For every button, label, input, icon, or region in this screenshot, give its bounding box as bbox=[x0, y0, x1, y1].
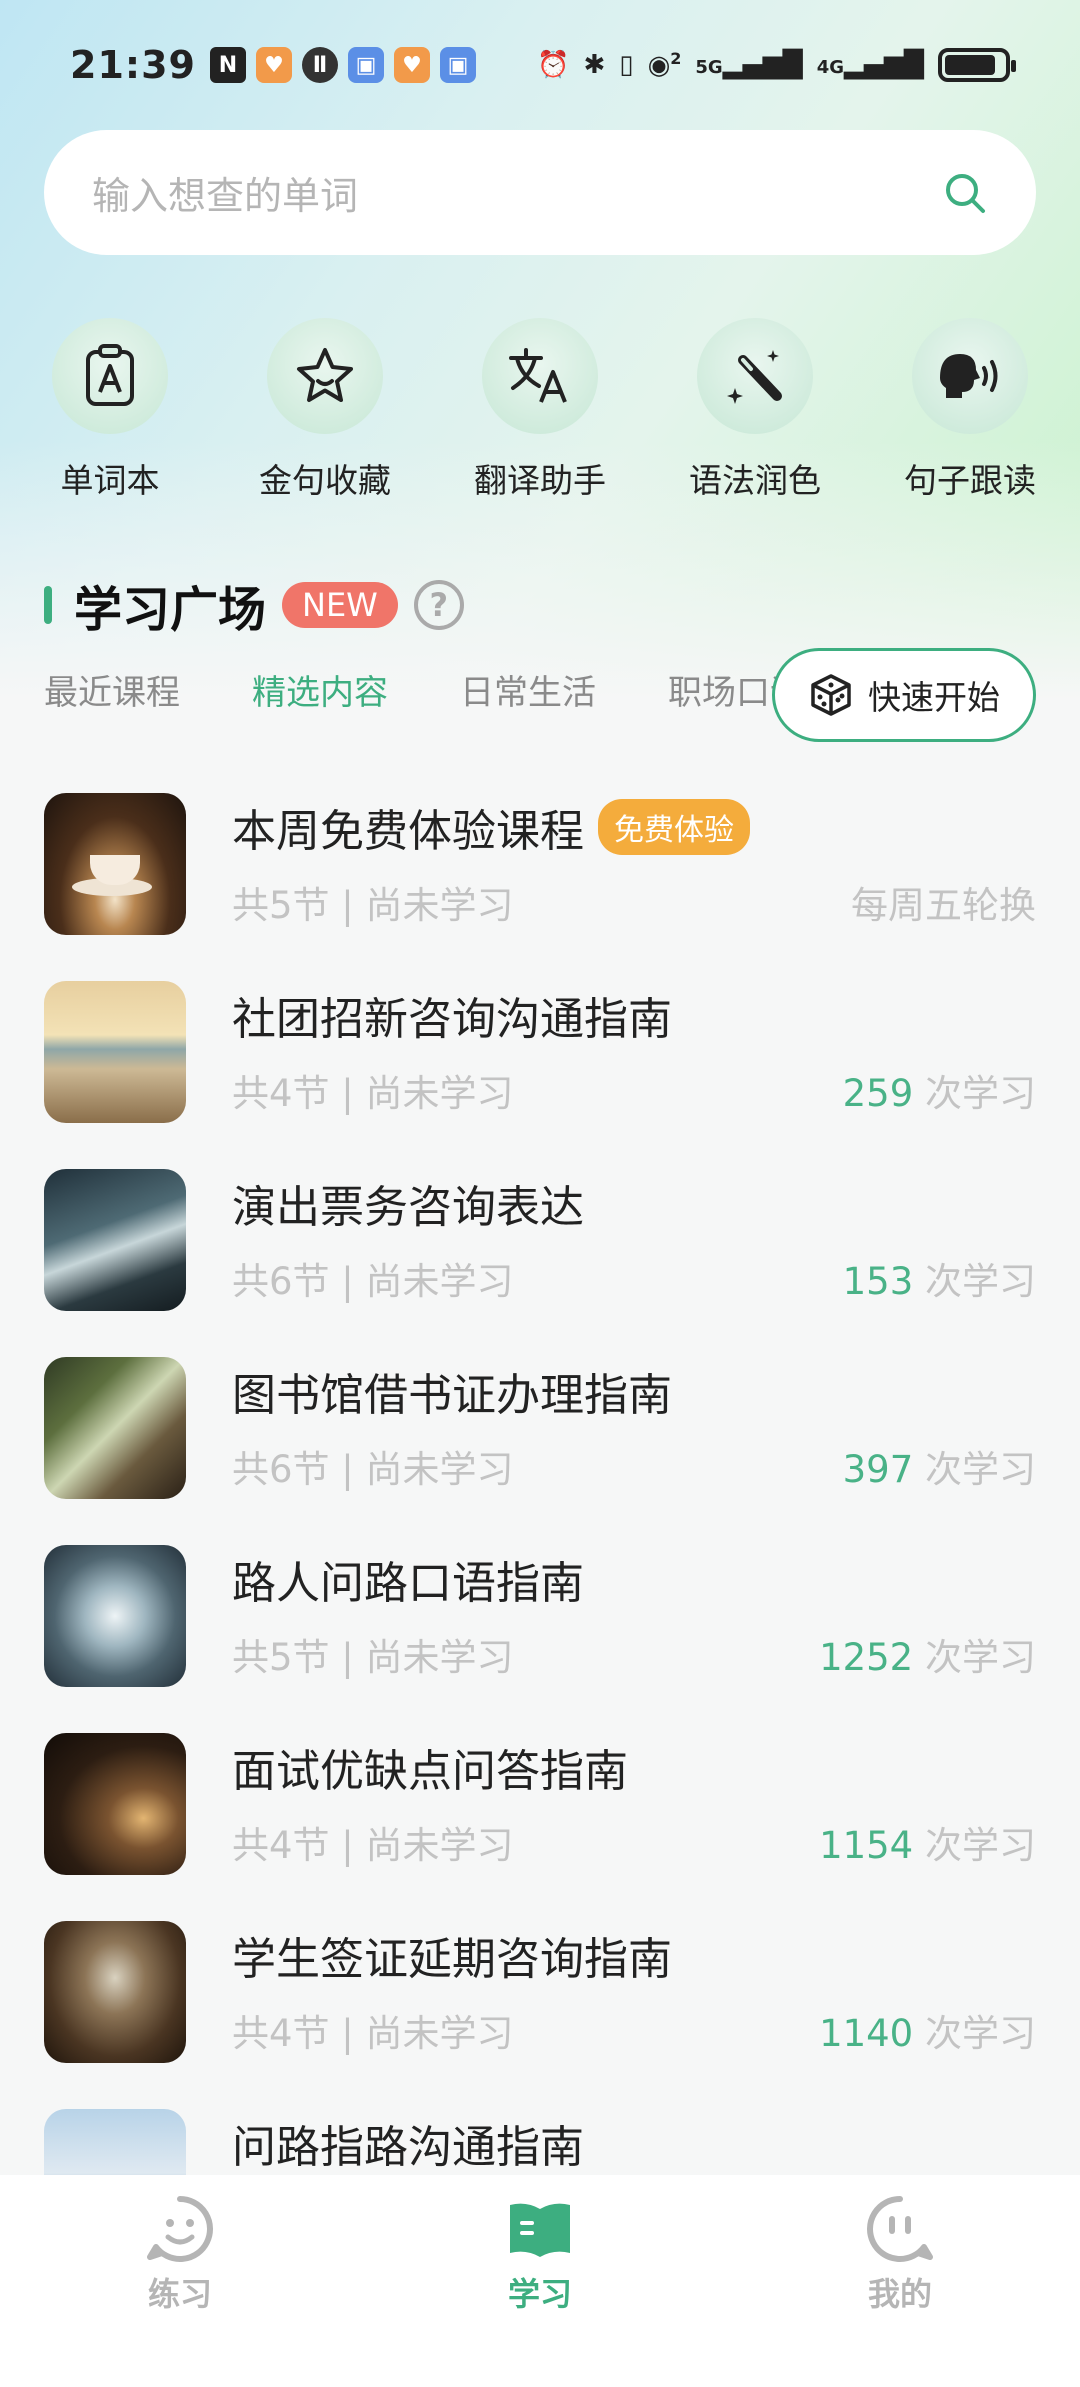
course-item[interactable]: 路人问路口语指南 共5节 | 尚未学习 1252 次学习 bbox=[0, 1522, 1080, 1710]
section-accent-bar bbox=[44, 586, 52, 624]
new-badge: NEW bbox=[282, 582, 398, 628]
course-thumbnail-reading-hall bbox=[44, 1921, 186, 2063]
nav-study[interactable]: 学习 bbox=[440, 2195, 640, 2387]
nav-practice[interactable]: 练习 bbox=[80, 2195, 280, 2387]
course-meta: 共6节 | 尚未学习 bbox=[232, 1260, 514, 1303]
quick-action-quotes[interactable]: 金句收藏 bbox=[235, 318, 415, 502]
help-icon[interactable]: ? bbox=[413, 580, 464, 630]
category-tabs-viewport: 最近课程 精选内容 日常生活 职场口语 bbox=[0, 640, 780, 750]
bottom-nav: 练习 学习 我的 bbox=[0, 2175, 1080, 2387]
quick-action-translate[interactable]: 翻译助手 bbox=[450, 318, 630, 502]
vocabulary-book-icon bbox=[86, 344, 134, 406]
course-title: 面试优缺点问答指南 bbox=[232, 1746, 628, 1797]
course-item[interactable]: 演出票务咨询表达 共6节 | 尚未学习 153 次学习 bbox=[0, 1146, 1080, 1334]
course-thumbnail-corridor bbox=[44, 1545, 186, 1687]
app-notification-icon: ▣ bbox=[347, 47, 384, 83]
notification-icons: N ♥ Ⅱ ▣ ♥ ▣ bbox=[209, 47, 476, 83]
vibrate-icon: ▯ bbox=[619, 50, 634, 80]
search-icon[interactable] bbox=[942, 170, 988, 216]
nfc-icon: N bbox=[209, 47, 246, 83]
tab-featured[interactable]: 精选内容 bbox=[252, 665, 388, 745]
course-title: 学生签证延期咨询指南 bbox=[232, 1934, 672, 1985]
app-notification-icon: ▣ bbox=[439, 47, 476, 83]
course-item[interactable]: 社团招新咨询沟通指南 共4节 | 尚未学习 259 次学习 bbox=[0, 958, 1080, 1146]
course-thumbnail-station bbox=[44, 1169, 186, 1311]
course-title: 图书馆借书证办理指南 bbox=[232, 1370, 672, 1421]
quick-action-grammar[interactable]: 语法润色 bbox=[665, 318, 845, 502]
dice-icon bbox=[811, 674, 851, 716]
course-study-count: 1252 次学习 bbox=[819, 1636, 1036, 1679]
course-thumbnail-library bbox=[44, 1357, 186, 1499]
bluetooth-icon: ✱ bbox=[583, 50, 606, 80]
hotspot-icon: ◉2 bbox=[647, 49, 682, 81]
course-item[interactable]: 学生签证延期咨询指南 共4节 | 尚未学习 1140 次学习 bbox=[0, 1898, 1080, 2086]
search-bar[interactable]: 输入想查的单词 bbox=[44, 130, 1036, 255]
category-tabs: 最近课程 精选内容 日常生活 职场口语 bbox=[44, 665, 780, 745]
course-study-count: 397 次学习 bbox=[842, 1448, 1036, 1491]
section-title: 学习广场 bbox=[74, 582, 267, 638]
course-study-count: 153 次学习 bbox=[842, 1260, 1036, 1303]
course-study-count: 1140 次学习 bbox=[819, 2012, 1036, 2055]
speaking-icon bbox=[940, 354, 998, 398]
quick-actions: 单词本 金句收藏 翻译助手 语法润色 句子跟读 bbox=[0, 318, 1080, 502]
course-meta: 共5节 | 尚未学习 bbox=[232, 1636, 514, 1679]
translate-icon bbox=[509, 348, 567, 403]
course-thumbnail-cafe bbox=[44, 793, 186, 935]
quick-action-vocabulary[interactable]: 单词本 bbox=[20, 318, 200, 502]
magic-wand-icon bbox=[727, 350, 782, 404]
battery-icon bbox=[938, 48, 1016, 82]
smile-face-icon bbox=[147, 2196, 213, 2262]
alarm-icon: ⏰ bbox=[537, 50, 570, 80]
course-thumbnail-beach bbox=[44, 981, 186, 1123]
star-icon bbox=[297, 348, 353, 402]
status-bar: 21:39 N ♥ Ⅱ ▣ ♥ ▣ ⏰ ✱ ▯ ◉2 5G▂▄▆█ 4G▂▄▆█ bbox=[0, 0, 1080, 130]
tab-workplace[interactable]: 职场口语 bbox=[668, 665, 780, 745]
course-title: 问路指路沟通指南 bbox=[232, 2122, 584, 2173]
app-notification-icon: ♥ bbox=[255, 47, 292, 83]
course-item[interactable]: 图书馆借书证办理指南 共6节 | 尚未学习 397 次学习 bbox=[0, 1334, 1080, 1522]
app-notification-icon: Ⅱ bbox=[301, 47, 338, 83]
course-thumbnail-study-room bbox=[44, 1733, 186, 1875]
course-meta: 共6节 | 尚未学习 bbox=[232, 1448, 514, 1491]
quick-action-shadowing[interactable]: 句子跟读 bbox=[880, 318, 1060, 502]
app-notification-icon: ♥ bbox=[393, 47, 430, 83]
course-title: 路人问路口语指南 bbox=[232, 1558, 584, 1609]
course-title: 社团招新咨询沟通指南 bbox=[232, 994, 672, 1045]
course-title: 演出票务咨询表达 bbox=[232, 1182, 584, 1233]
book-icon bbox=[510, 2203, 570, 2257]
profile-face-icon bbox=[867, 2196, 933, 2262]
section-header: 学习广场 NEW ? bbox=[44, 570, 464, 640]
system-icons: ⏰ ✱ ▯ ◉2 5G▂▄▆█ 4G▂▄▆█ bbox=[537, 48, 1016, 82]
course-item[interactable]: 面试优缺点问答指南 共4节 | 尚未学习 1154 次学习 bbox=[0, 1710, 1080, 1898]
course-meta: 共4节 | 尚未学习 bbox=[232, 1824, 514, 1867]
signal-icon: 5G▂▄▆█ bbox=[695, 50, 803, 80]
search-input[interactable]: 输入想查的单词 bbox=[92, 165, 942, 220]
free-trial-badge: 免费体验 bbox=[598, 799, 750, 855]
course-title: 本周免费体验课程 bbox=[232, 806, 584, 857]
signal-icon: 4G▂▄▆█ bbox=[816, 50, 924, 80]
course-study-count: 259 次学习 bbox=[842, 1072, 1036, 1115]
tab-recent[interactable]: 最近课程 bbox=[44, 665, 180, 745]
quick-start-button[interactable]: 快速开始 bbox=[772, 648, 1036, 742]
course-meta: 共4节 | 尚未学习 bbox=[232, 1072, 514, 1115]
status-time: 21:39 bbox=[70, 43, 196, 87]
nav-profile[interactable]: 我的 bbox=[800, 2195, 1000, 2387]
course-rotation-note: 每周五轮换 bbox=[851, 884, 1036, 927]
tab-daily-life[interactable]: 日常生活 bbox=[460, 665, 596, 745]
quick-start-label: 快速开始 bbox=[868, 678, 1000, 717]
course-item[interactable]: 本周免费体验课程 免费体验 共5节 | 尚未学习 每周五轮换 bbox=[0, 770, 1080, 958]
course-study-count: 1154 次学习 bbox=[819, 1824, 1036, 1867]
course-list: 本周免费体验课程 免费体验 共5节 | 尚未学习 每周五轮换 社团招新咨询沟通指… bbox=[0, 770, 1080, 2274]
course-meta: 共4节 | 尚未学习 bbox=[232, 2012, 514, 2055]
course-meta: 共5节 | 尚未学习 bbox=[232, 884, 514, 927]
